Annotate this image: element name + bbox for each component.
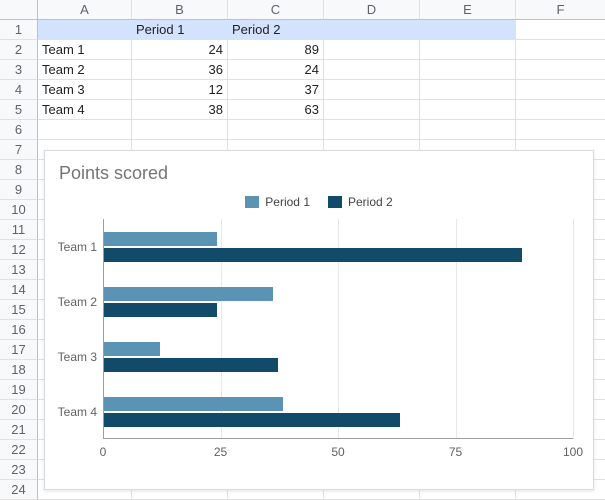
cell-F4[interactable] xyxy=(516,80,605,100)
x-tick-label: 25 xyxy=(214,445,227,459)
cell-A3[interactable]: Team 2 xyxy=(38,60,132,80)
col-header-C[interactable]: C xyxy=(228,0,324,20)
legend-swatch-icon xyxy=(328,196,342,208)
x-tick-label: 75 xyxy=(449,445,462,459)
row-header-11[interactable]: 11 xyxy=(0,220,38,240)
cell-F3[interactable] xyxy=(516,60,605,80)
cell-A2[interactable]: Team 1 xyxy=(38,40,132,60)
cell-B1[interactable]: Period 1 xyxy=(132,20,228,40)
legend-item: Period 1 xyxy=(245,195,310,209)
bar xyxy=(104,232,217,246)
cell-E6[interactable] xyxy=(420,120,516,140)
cell-E1[interactable] xyxy=(420,20,516,40)
bar xyxy=(104,303,217,317)
row-header-5[interactable]: 5 xyxy=(0,100,38,120)
row-header-3[interactable]: 3 xyxy=(0,60,38,80)
x-tick-label: 50 xyxy=(331,445,344,459)
row-header-24[interactable]: 24 xyxy=(0,480,38,500)
cell-A1[interactable] xyxy=(38,20,132,40)
cell-B4[interactable]: 12 xyxy=(132,80,228,100)
col-header-B[interactable]: B xyxy=(132,0,228,20)
cell-E4[interactable] xyxy=(420,80,516,100)
x-axis xyxy=(103,438,573,439)
row-header-19[interactable]: 19 xyxy=(0,380,38,400)
bar xyxy=(104,413,400,427)
cell-D3[interactable] xyxy=(324,60,420,80)
cell-F2[interactable] xyxy=(516,40,605,60)
cell-D5[interactable] xyxy=(324,100,420,120)
cell-D6[interactable] xyxy=(324,120,420,140)
row-header-15[interactable]: 15 xyxy=(0,300,38,320)
row-header-20[interactable]: 20 xyxy=(0,400,38,420)
category-label: Team 2 xyxy=(47,295,97,309)
row-header-18[interactable]: 18 xyxy=(0,360,38,380)
cell-B3[interactable]: 36 xyxy=(132,60,228,80)
cell-F6[interactable] xyxy=(516,120,605,140)
cell-C4[interactable]: 37 xyxy=(228,80,324,100)
bar xyxy=(104,342,160,356)
cell-B5[interactable]: 38 xyxy=(132,100,228,120)
cell-C6[interactable] xyxy=(228,120,324,140)
cell-B2[interactable]: 24 xyxy=(132,40,228,60)
category-label: Team 3 xyxy=(47,350,97,364)
cell-B6[interactable] xyxy=(132,120,228,140)
row-header-14[interactable]: 14 xyxy=(0,280,38,300)
corner-cell[interactable] xyxy=(0,0,38,20)
row-header-9[interactable]: 9 xyxy=(0,180,38,200)
chart-plot-area: 0255075100Team 1Team 2Team 3Team 4 xyxy=(103,219,573,459)
cell-C2[interactable]: 89 xyxy=(228,40,324,60)
col-header-F[interactable]: F xyxy=(516,0,605,20)
cell-D4[interactable] xyxy=(324,80,420,100)
legend-item: Period 2 xyxy=(328,195,393,209)
cell-A5[interactable]: Team 4 xyxy=(38,100,132,120)
col-header-A[interactable]: A xyxy=(38,0,132,20)
cell-C5[interactable]: 63 xyxy=(228,100,324,120)
row-header-21[interactable]: 21 xyxy=(0,420,38,440)
row-header-6[interactable]: 6 xyxy=(0,120,38,140)
cell-D1[interactable] xyxy=(324,20,420,40)
chart-legend: Period 1 Period 2 xyxy=(45,195,593,209)
col-header-E[interactable]: E xyxy=(420,0,516,20)
cell-F1[interactable] xyxy=(516,20,605,40)
row-header-16[interactable]: 16 xyxy=(0,320,38,340)
x-tick-label: 100 xyxy=(563,445,583,459)
cell-C3[interactable]: 24 xyxy=(228,60,324,80)
cell-F5[interactable] xyxy=(516,100,605,120)
legend-label: Period 2 xyxy=(348,195,393,209)
category-label: Team 1 xyxy=(47,240,97,254)
row-header-13[interactable]: 13 xyxy=(0,260,38,280)
cell-A4[interactable]: Team 3 xyxy=(38,80,132,100)
gridline xyxy=(573,219,574,439)
row-header-17[interactable]: 17 xyxy=(0,340,38,360)
legend-label: Period 1 xyxy=(265,195,310,209)
cell-A6[interactable] xyxy=(38,120,132,140)
cell-E2[interactable] xyxy=(420,40,516,60)
row-header-4[interactable]: 4 xyxy=(0,80,38,100)
bar xyxy=(104,358,278,372)
x-tick-label: 0 xyxy=(100,445,107,459)
col-header-D[interactable]: D xyxy=(324,0,420,20)
legend-swatch-icon xyxy=(245,196,259,208)
row-header-8[interactable]: 8 xyxy=(0,160,38,180)
row-header-1[interactable]: 1 xyxy=(0,20,38,40)
row-header-7[interactable]: 7 xyxy=(0,140,38,160)
chart-title: Points scored xyxy=(59,163,168,184)
cell-D2[interactable] xyxy=(324,40,420,60)
row-header-22[interactable]: 22 xyxy=(0,440,38,460)
row-header-10[interactable]: 10 xyxy=(0,200,38,220)
bar xyxy=(104,248,522,262)
row-header-23[interactable]: 23 xyxy=(0,460,38,480)
cell-E3[interactable] xyxy=(420,60,516,80)
bar xyxy=(104,397,283,411)
category-label: Team 4 xyxy=(47,405,97,419)
chart-container[interactable]: Points scored Period 1 Period 2 0 25 50 75 10… xyxy=(44,150,594,490)
cell-C1[interactable]: Period 2 xyxy=(228,20,324,40)
row-header-2[interactable]: 2 xyxy=(0,40,38,60)
bar xyxy=(104,287,273,301)
cell-E5[interactable] xyxy=(420,100,516,120)
row-header-12[interactable]: 12 xyxy=(0,240,38,260)
